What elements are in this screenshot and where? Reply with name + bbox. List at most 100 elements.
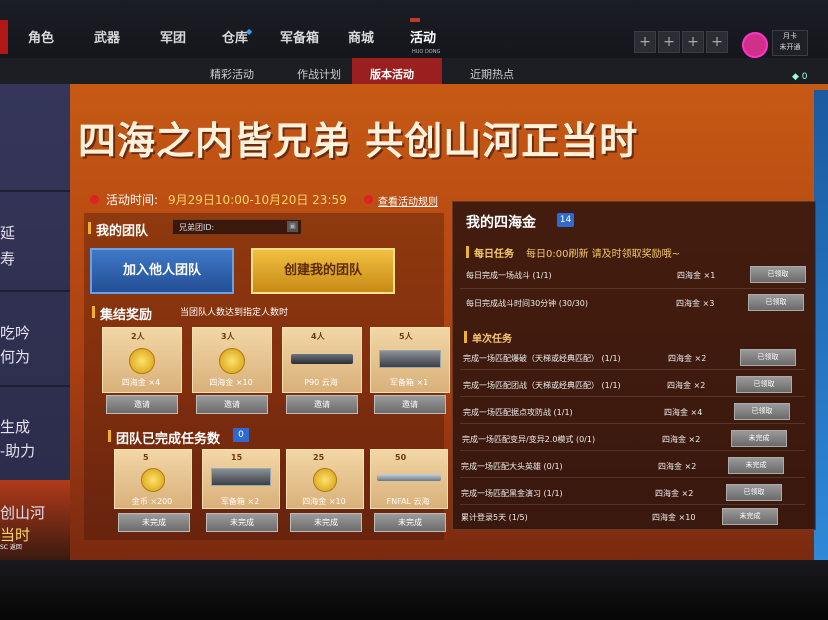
task-reward: 四海金 ×3 [676,299,715,308]
daily-title: 每日任务 [474,249,514,260]
time-label: 活动时间: [106,193,159,207]
section-bar [466,246,469,258]
row-divider [460,423,805,424]
nav-shop[interactable]: 商城 [348,27,374,46]
claimed-button[interactable]: 已领取 [750,266,806,283]
rules-link[interactable]: 查看活动规则 [378,193,438,208]
single-title: 单次任务 [472,334,512,345]
task-status-button[interactable]: 未完成 [722,508,778,525]
tab-combat-plan[interactable]: 作战计划 [297,66,341,82]
gather-rule: 当团队人数达到指定人数时 [180,308,289,318]
task-status-button[interactable]: 已领取 [736,376,792,393]
incomplete-button[interactable]: 未完成 [290,513,362,532]
nav-role[interactable]: 角色 [28,27,54,46]
nav-activity-sub: HUO DONG [412,49,441,55]
section-bar [108,430,111,442]
avatar[interactable] [742,32,768,58]
task-text: 累计登录5天 (1/5) [461,513,528,522]
row-divider [460,396,805,397]
sidebar-label: 返回 [9,544,22,551]
task-text: 每日完成一场战斗 (1/1) [466,271,552,280]
incomplete-button[interactable]: 未完成 [374,513,446,532]
tab-version-event[interactable]: 版本活动 [370,66,414,82]
nav-active-indicator [410,18,420,22]
task-text: 每日完成战斗时间30分钟 (30/30) [466,299,589,308]
p90-gun-icon [291,354,353,364]
sidebar-text[interactable]: 延 [0,222,15,243]
task-status-button[interactable]: 已领取 [740,349,796,366]
add-slot-button[interactable]: + [658,31,680,53]
nav-armory-box[interactable]: 军备箱 [280,27,319,46]
reward-label: 四海金 ×10 [302,497,346,506]
invite-button[interactable]: 邀请 [286,395,358,414]
add-slot-button[interactable]: + [706,31,728,53]
task-text: 完成一场匹配爆破（天梯或经典匹配） (1/1) [463,354,621,363]
reward-label: 军备箱 ×2 [220,497,260,506]
month-card-button[interactable]: 月卡 未开通 [772,30,808,56]
sihaijin-title: 我的四海金 [466,215,536,231]
invite-button[interactable]: 邀请 [374,395,446,414]
task-status-button[interactable]: 已领取 [734,403,790,420]
sidebar-text[interactable]: -助力 [0,440,35,461]
tab-featured[interactable]: 精彩活动 [210,66,254,82]
sidebar-text[interactable]: 生成 [0,416,30,437]
invite-button[interactable]: 邀请 [106,395,178,414]
reward-label: 军备箱 ×1 [389,378,429,387]
nav-warehouse[interactable]: 仓库 [222,27,248,46]
task-text: 完成一场匹配变异/变异2.0模式 (0/1) [462,435,596,444]
invite-button[interactable]: 邀请 [196,395,268,414]
task-status-button[interactable]: 已领取 [726,484,782,501]
task-count: 5 [143,453,149,462]
gem-count: 0 [801,72,808,82]
armory-box-icon [379,350,441,368]
reward-label: 四海金 ×10 [209,378,253,387]
sidebar-text[interactable]: 吃吟 [0,322,30,343]
gather-title: 集结奖励 [100,308,153,323]
sidebar-text: 创山河 [0,504,46,522]
add-slot-button[interactable]: + [634,31,656,53]
sidebar-text[interactable]: 寿 [0,248,15,269]
task-count: 15 [231,453,243,462]
reward-label: FNFAL 云海 [386,497,430,506]
gem-icon: ◆ [792,72,799,82]
team-id-label: 兄弟团ID: [179,223,215,232]
people-unit: 人 [226,332,235,341]
nav-legion[interactable]: 军团 [160,27,186,46]
reward-label: P90 云海 [304,378,338,387]
team-tasks-title: 团队已完成任务数 [116,432,221,447]
section-bar [464,331,467,343]
task-reward: 四海金 ×2 [668,354,707,363]
month-card-label: 月卡 [783,32,797,40]
copy-icon[interactable]: ▣ [287,221,298,232]
reward-label: 四海金 ×4 [121,378,161,387]
coin-icon [129,348,155,374]
task-reward: 四海金 ×2 [662,435,701,444]
task-status-button[interactable]: 未完成 [728,457,784,474]
nav-activity[interactable]: 活动 [410,27,436,46]
nav-weapon[interactable]: 武器 [94,27,120,46]
task-count: 25 [313,453,325,462]
join-team-button[interactable]: 加入他人团队 [90,248,234,294]
reward-label: 金币 ×200 [131,497,173,506]
task-text: 完成一场匹配大头英雄 (0/1) [461,462,563,471]
sidebar-text[interactable]: 何为 [0,346,30,367]
task-status-button[interactable]: 未完成 [731,430,787,447]
task-reward: 四海金 ×2 [655,489,694,498]
left-edge-mark [0,20,8,54]
section-bar [88,222,91,234]
team-id-field[interactable]: 兄弟团ID: [172,219,302,235]
incomplete-button[interactable]: 未完成 [118,513,190,532]
screen-bezel [0,560,828,620]
add-slot-button[interactable]: + [682,31,704,53]
tab-recent-hot[interactable]: 近期热点 [470,66,514,82]
task-reward: 四海金 ×4 [664,408,703,417]
task-count: 50 [395,453,407,462]
month-card-status: 未开通 [779,43,801,51]
incomplete-button[interactable]: 未完成 [206,513,278,532]
daily-note: 每日0:00刷新 请及时领取奖励哦~ [526,249,681,260]
sidebar-label: SC [0,544,8,551]
sidebar-divider [0,385,70,387]
claimed-button[interactable]: 已领取 [748,294,804,311]
create-team-button[interactable]: 创建我的团队 [251,248,395,294]
sihaijin-count: 14 [557,213,574,227]
